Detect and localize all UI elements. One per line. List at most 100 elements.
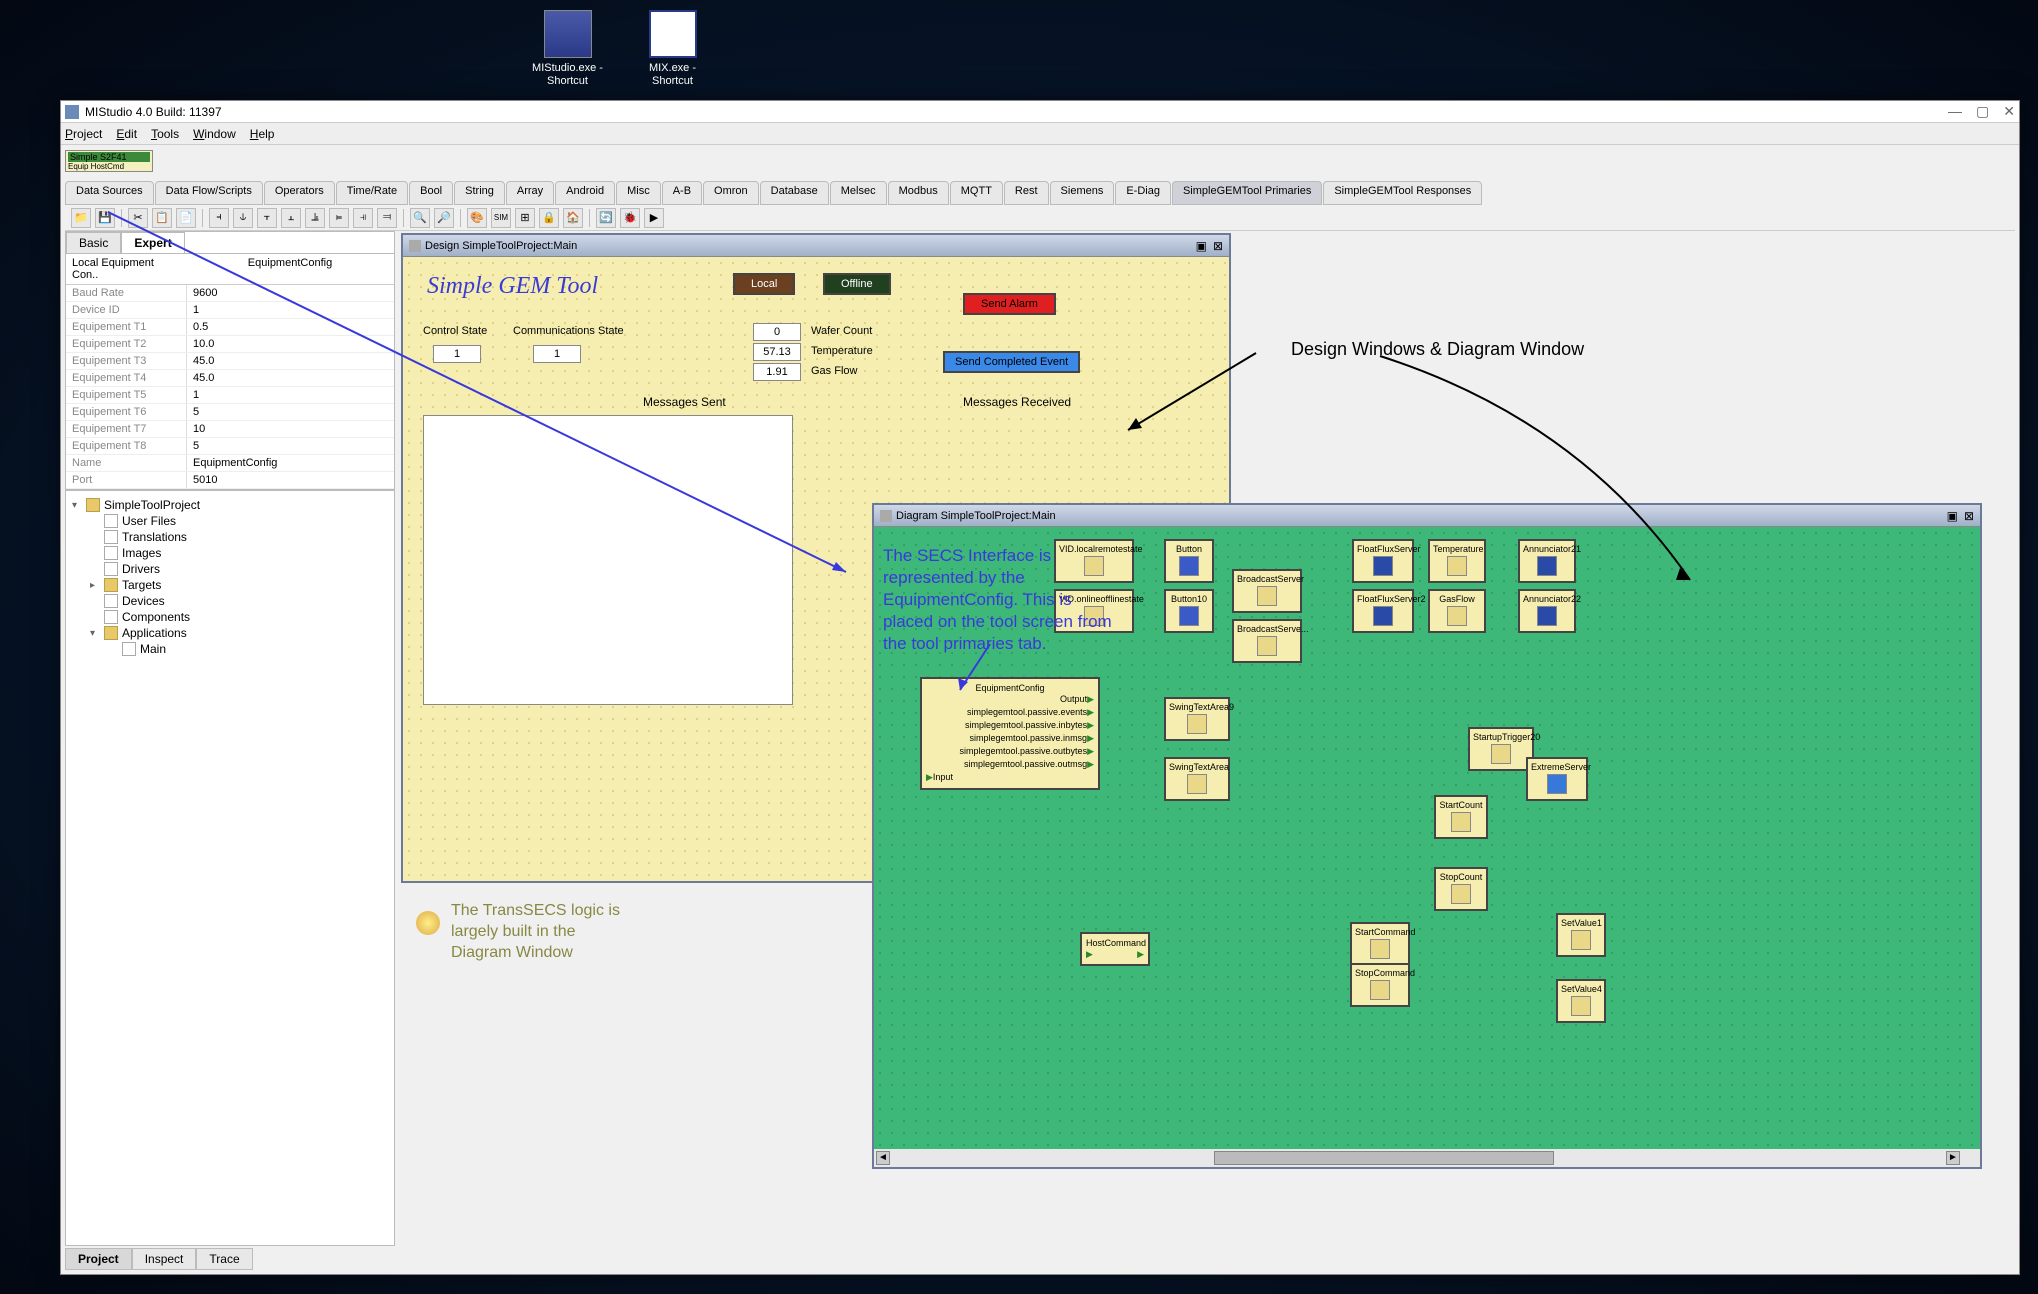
tool-align-right[interactable]: ⫟	[257, 208, 277, 228]
tab-trace[interactable]: Trace	[196, 1248, 252, 1270]
prop-val[interactable]: 9600	[186, 285, 394, 301]
tree-images[interactable]: Images	[90, 545, 388, 561]
block-startcount[interactable]: StartCount	[1434, 795, 1488, 839]
block-equipment-config[interactable]: EquipmentConfig Output▶ simplegemtool.pa…	[920, 677, 1100, 790]
val-wafer[interactable]: 0	[753, 323, 801, 341]
tab-data-flow[interactable]: Data Flow/Scripts	[155, 181, 263, 205]
val-gas[interactable]: 1.91	[753, 363, 801, 381]
tool-copy[interactable]: 📋	[152, 208, 172, 228]
block-flux[interactable]: FloatFluxServer	[1352, 539, 1414, 583]
prop-val[interactable]: 1	[186, 302, 394, 318]
prop-val[interactable]: 10	[186, 421, 394, 437]
minimize-button[interactable]: —	[1948, 103, 1962, 120]
tree-translations[interactable]: Translations	[90, 529, 388, 545]
block-startcmd[interactable]: StartCommand	[1350, 922, 1410, 966]
btn-offline[interactable]: Offline	[823, 273, 891, 295]
close-icon[interactable]: ⊠	[1213, 239, 1223, 253]
tab-siemens[interactable]: Siemens	[1050, 181, 1115, 205]
tree-drivers[interactable]: Drivers	[90, 561, 388, 577]
block-flux2[interactable]: FloatFluxServer2	[1352, 589, 1414, 633]
tab-project[interactable]: Project	[65, 1248, 132, 1270]
tab-bool[interactable]: Bool	[409, 181, 453, 205]
tool-align-top[interactable]: ⫠	[281, 208, 301, 228]
tab-android[interactable]: Android	[555, 181, 615, 205]
maximize-icon[interactable]: ▣	[1947, 509, 1958, 523]
tab-melsec[interactable]: Melsec	[830, 181, 887, 205]
close-button[interactable]: ✕	[2003, 103, 2015, 120]
prop-tab-expert[interactable]: Expert	[121, 232, 184, 253]
tool-debug[interactable]: 🐞	[620, 208, 640, 228]
tree-applications[interactable]: ▾Applications	[90, 625, 388, 641]
tool-refresh[interactable]: 🔄	[596, 208, 616, 228]
tool-align-bot[interactable]: ⫢	[329, 208, 349, 228]
tab-ab[interactable]: A-B	[662, 181, 702, 205]
tab-database[interactable]: Database	[760, 181, 829, 205]
tool-zoom-out[interactable]: 🔎	[434, 208, 454, 228]
tool-align-left[interactable]: ⫞	[209, 208, 229, 228]
block-swing9[interactable]: SwingTextArea9	[1164, 697, 1230, 741]
block-startup[interactable]: StartupTrigger20	[1468, 727, 1534, 771]
prop-val[interactable]: 5010	[186, 472, 394, 488]
tool-open[interactable]: 📁	[71, 208, 91, 228]
tab-responses[interactable]: SimpleGEMTool Responses	[1323, 181, 1482, 205]
maximize-icon[interactable]: ▣	[1196, 239, 1207, 253]
tab-inspect[interactable]: Inspect	[132, 1248, 197, 1270]
prop-val[interactable]: EquipmentConfig	[186, 455, 394, 471]
block-button10[interactable]: Button10	[1164, 589, 1214, 633]
tool-run[interactable]: ▶	[644, 208, 664, 228]
block-ann22[interactable]: Annunciator22	[1518, 589, 1576, 633]
desktop-icon-mistudio[interactable]: MIStudio.exe - Shortcut	[530, 10, 605, 88]
horizontal-scrollbar[interactable]: ◄ ►	[874, 1149, 1980, 1167]
tab-ediag[interactable]: E-Diag	[1115, 181, 1171, 205]
tree-main[interactable]: Main	[108, 641, 388, 657]
tree-components[interactable]: Components	[90, 609, 388, 625]
tool-grid[interactable]: ⊞	[515, 208, 535, 228]
block-broadcast[interactable]: BroadcastServer	[1232, 569, 1302, 613]
close-icon[interactable]: ⊠	[1964, 509, 1974, 523]
tool-cut[interactable]: ✂	[128, 208, 148, 228]
tool-sim[interactable]: SIM	[491, 208, 511, 228]
tab-primaries[interactable]: SimpleGEMTool Primaries	[1172, 181, 1322, 205]
menu-project[interactable]: Project	[65, 127, 102, 141]
block-hostcmd[interactable]: HostCommand ▶▶	[1080, 932, 1150, 966]
block-ann21[interactable]: Annunciator21	[1518, 539, 1576, 583]
tool-lock[interactable]: 🔒	[539, 208, 559, 228]
block-button[interactable]: Button	[1164, 539, 1214, 583]
messages-sent-area[interactable]	[423, 415, 793, 705]
block-broadcast2[interactable]: BroadcastServe...	[1232, 619, 1302, 663]
tool-home[interactable]: 🏠	[563, 208, 583, 228]
tool-align-center[interactable]: ⫝	[233, 208, 253, 228]
menu-tools[interactable]: Tools	[151, 127, 179, 141]
tree-userfiles[interactable]: User Files	[90, 513, 388, 529]
block-extreme[interactable]: ExtremeServer	[1526, 757, 1588, 801]
prop-val[interactable]: 45.0	[186, 353, 394, 369]
tab-modbus[interactable]: Modbus	[888, 181, 949, 205]
val-control[interactable]: 1	[433, 345, 481, 363]
block-setval1[interactable]: SetValue1	[1556, 913, 1606, 957]
tab-operators[interactable]: Operators	[264, 181, 335, 205]
tool-align-mid[interactable]: ⫡	[305, 208, 325, 228]
prop-tab-basic[interactable]: Basic	[66, 232, 121, 253]
tool-dist-h[interactable]: ⫣	[353, 208, 373, 228]
block-temperature[interactable]: Temperature	[1428, 539, 1486, 583]
block-gasflow[interactable]: GasFlow	[1428, 589, 1486, 633]
prop-val[interactable]: 5	[186, 438, 394, 454]
tree-root[interactable]: ▾SimpleToolProject	[72, 497, 388, 513]
menu-help[interactable]: Help	[250, 127, 275, 141]
prop-val[interactable]: 10.0	[186, 336, 394, 352]
tool-save[interactable]: 💾	[95, 208, 115, 228]
btn-local[interactable]: Local	[733, 273, 795, 295]
maximize-button[interactable]: ▢	[1976, 103, 1989, 120]
tab-mqtt[interactable]: MQTT	[950, 181, 1003, 205]
val-temp[interactable]: 57.13	[753, 343, 801, 361]
block-swing[interactable]: SwingTextArea	[1164, 757, 1230, 801]
block-setval4[interactable]: SetValue4	[1556, 979, 1606, 1023]
menu-edit[interactable]: Edit	[116, 127, 137, 141]
block-stopcount[interactable]: StopCount	[1434, 867, 1488, 911]
prop-val[interactable]: 5	[186, 404, 394, 420]
tab-misc[interactable]: Misc	[616, 181, 661, 205]
prop-header-2[interactable]: EquipmentConfig	[186, 254, 394, 284]
tab-time-rate[interactable]: Time/Rate	[336, 181, 408, 205]
tab-string[interactable]: String	[454, 181, 505, 205]
tool-dist-v[interactable]: ⫤	[377, 208, 397, 228]
